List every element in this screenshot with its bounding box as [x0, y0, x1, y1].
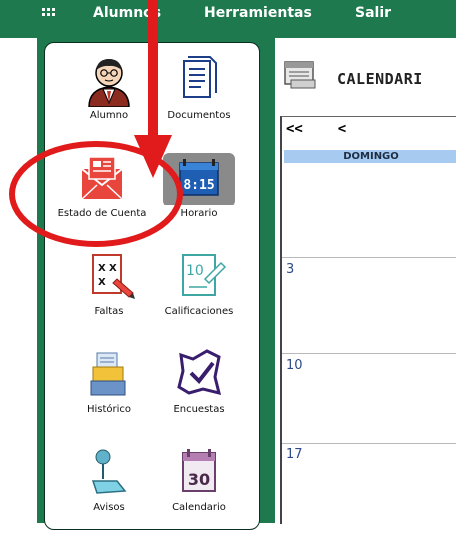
svg-text:10: 10 — [186, 263, 204, 279]
calendar-title: CALENDARI — [337, 70, 423, 88]
weekday-header: DOMINGO — [284, 150, 456, 163]
clock-text: 8:15 — [183, 178, 214, 193]
nav-prev-button[interactable]: < — [338, 121, 346, 137]
svg-text:X: X — [109, 263, 117, 274]
tile-alumno[interactable]: Alumno — [59, 43, 159, 141]
day-cell-10[interactable]: 10 — [286, 358, 303, 373]
survey-checklist-icon — [149, 347, 249, 401]
student-avatar-icon — [59, 53, 159, 108]
day-cell-17[interactable]: 17 — [286, 447, 303, 462]
notice-pin-icon — [59, 445, 159, 499]
calendar-icon: 30 — [149, 445, 249, 499]
tile-label: Alumno — [89, 110, 129, 121]
tile-label: Avisos — [93, 502, 125, 513]
tile-label: Histórico — [86, 404, 132, 415]
nav-prev-year-button[interactable]: << — [286, 121, 303, 137]
absences-icon: X X X — [59, 249, 159, 303]
tile-historico[interactable]: Histórico — [59, 337, 159, 435]
schedule-clock-icon: 8:15 — [149, 151, 249, 207]
tile-documentos[interactable]: Documentos — [149, 43, 249, 141]
tile-label: Documentos — [167, 110, 231, 121]
history-archive-icon — [59, 347, 159, 401]
app-grid-icon[interactable] — [42, 8, 56, 18]
tile-horario[interactable]: 8:15 Horario — [149, 141, 249, 239]
tile-label: Horario — [180, 208, 218, 219]
tile-label: Calendario — [172, 502, 226, 513]
calendar-header-icon — [283, 60, 323, 98]
day-cell-3[interactable]: 3 — [286, 262, 294, 277]
calendar-icon-number: 30 — [188, 470, 210, 489]
tile-calendario[interactable]: 30 Calendario — [149, 435, 249, 533]
tile-faltas[interactable]: X X X Faltas — [59, 239, 159, 337]
tile-label: Faltas — [94, 306, 124, 317]
svg-text:X: X — [98, 263, 106, 274]
week-separator — [282, 257, 456, 258]
menu-herramientas[interactable]: Herramientas — [204, 6, 312, 20]
tile-label: Calificaciones — [164, 306, 234, 317]
calendar-grid: << < DOMINGO 3 10 17 — [280, 116, 456, 524]
envelope-statement-icon — [45, 151, 159, 205]
sidebar-panel: Alumno Documentos Estado de Cuenta 8:15 … — [44, 42, 260, 530]
tile-calificaciones[interactable]: 10 Calificaciones — [149, 239, 249, 337]
tile-estado-de-cuenta[interactable]: Estado de Cuenta — [45, 141, 159, 239]
grades-icon: 10 — [149, 249, 249, 303]
tile-label: Encuestas — [173, 404, 225, 415]
week-separator — [282, 443, 456, 444]
menu-alumnos[interactable]: Alumnos — [93, 6, 161, 20]
svg-text:X: X — [98, 277, 106, 288]
tile-encuestas[interactable]: Encuestas — [149, 337, 249, 435]
calendar-nav: << < — [286, 121, 346, 137]
menu-salir[interactable]: Salir — [355, 6, 391, 20]
top-menu-bar: Alumnos Herramientas Salir — [0, 0, 456, 38]
documents-icon — [149, 53, 249, 107]
tile-avisos[interactable]: Avisos — [59, 435, 159, 533]
week-separator — [282, 353, 456, 354]
tile-label: Estado de Cuenta — [57, 208, 147, 219]
